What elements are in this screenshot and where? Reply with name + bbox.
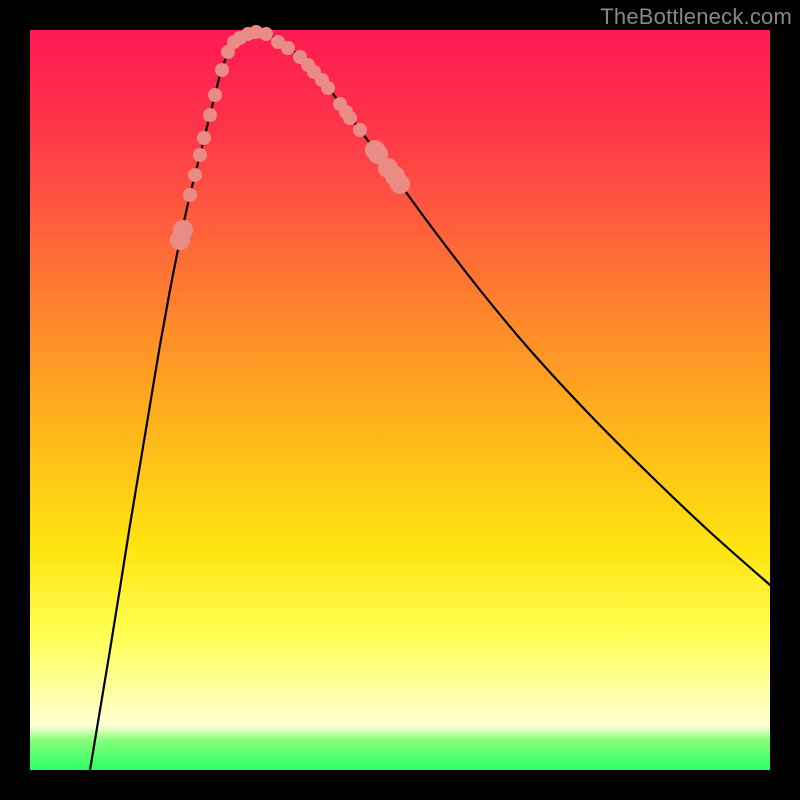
curve-marker: [321, 81, 335, 95]
chart-plot-area: [30, 30, 770, 770]
curve-marker: [173, 220, 193, 240]
curve-marker: [390, 174, 410, 194]
curve-marker: [343, 111, 357, 125]
curve-marker: [281, 41, 295, 55]
curve-marker: [353, 123, 367, 137]
curve-marker: [208, 88, 222, 102]
watermark-text: TheBottleneck.com: [600, 4, 792, 30]
curve-marker: [188, 168, 202, 182]
curve-marker: [183, 188, 197, 202]
curve-marker: [259, 27, 273, 41]
curve-marker: [193, 148, 207, 162]
curve-markers: [170, 25, 410, 250]
bottleneck-curve: [90, 32, 770, 770]
curve-marker: [197, 131, 211, 145]
chart-svg: [30, 30, 770, 770]
curve-marker: [203, 108, 217, 122]
curve-marker: [215, 63, 229, 77]
chart-frame: TheBottleneck.com: [0, 0, 800, 800]
